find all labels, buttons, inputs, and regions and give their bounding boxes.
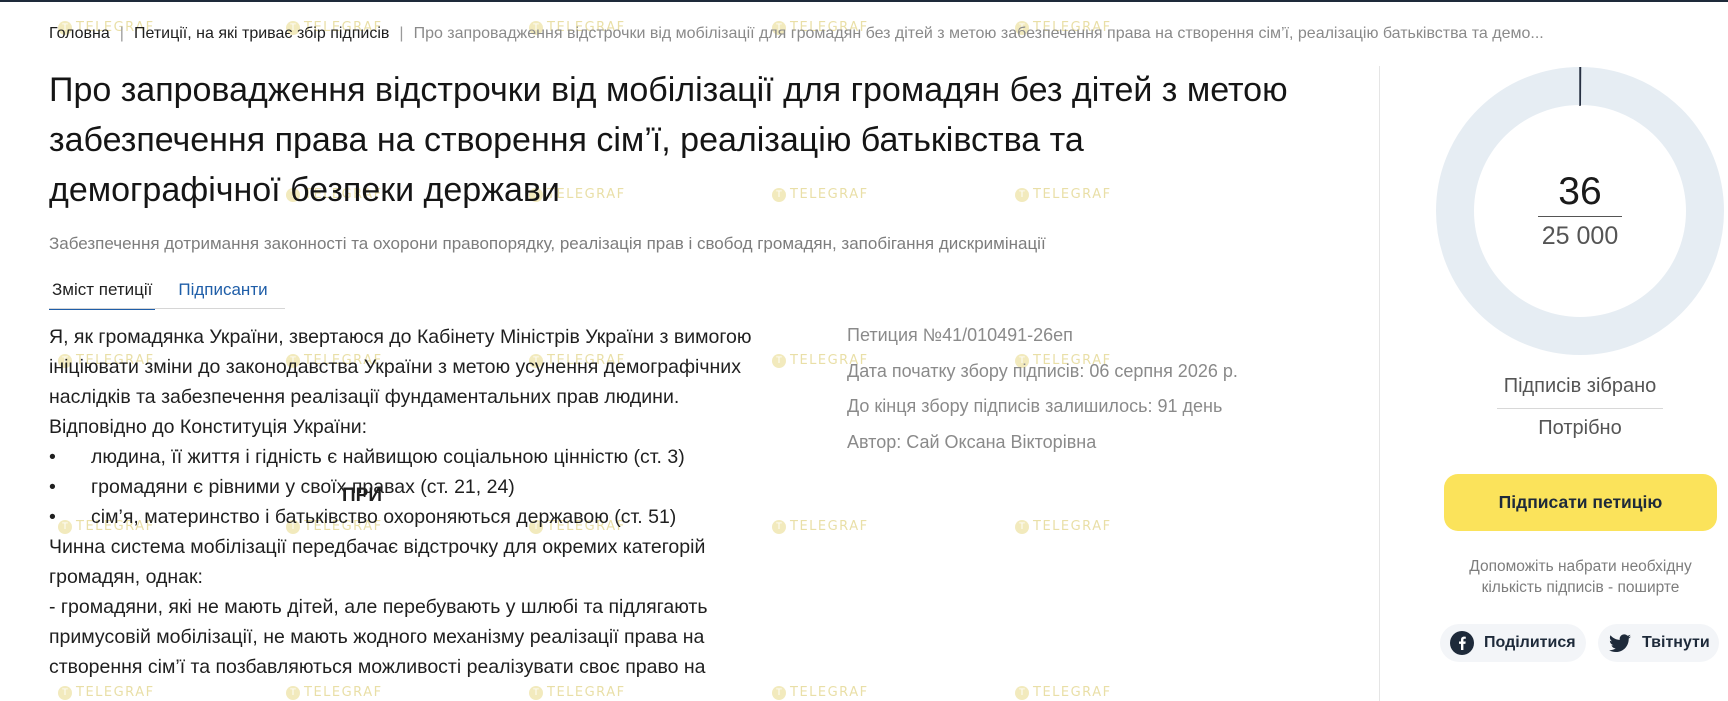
twitter-icon <box>1608 631 1632 655</box>
bullet-marker: • <box>49 446 56 468</box>
list-item: • сім’я, материнство і батьківство охоро… <box>49 502 789 532</box>
petition-remaining-time: До кінця збору підписів залишилось: 91 д… <box>847 396 1223 416</box>
signature-count: 36 <box>1558 170 1602 213</box>
watermark: TELEGRAF <box>58 685 155 700</box>
watermark: TELEGRAF <box>1015 685 1112 700</box>
petition-author: Автор: Сай Оксана Вікторівна <box>847 431 1097 452</box>
share-note: Допоможіть набрати необхідну кількість п… <box>1469 558 1692 596</box>
tabs-underline <box>49 308 285 309</box>
petition-category: Забезпечення дотримання законності та ох… <box>49 234 1046 253</box>
facebook-share-label: Поділитися <box>1484 634 1576 651</box>
petition-body: Я, як громадянка України, звертаюся до К… <box>49 322 789 682</box>
bullet-marker: • <box>49 476 56 498</box>
body-paragraph: Чинна система мобілізації передбачає від… <box>49 536 706 588</box>
list-item-text: людина, її життя і гідність є найвищою с… <box>91 446 685 468</box>
watermark: TELEGRAF <box>529 685 626 700</box>
list-item-text: сім’я, материнство і батьківство охороня… <box>91 506 677 528</box>
petition-tabs: Зміст петиції Підписанти <box>49 278 291 310</box>
list-item: • людина, її життя і гідність є найвищою… <box>49 442 789 472</box>
breadcrumb: Головна | Петиції, на які триває збір пі… <box>49 25 1544 43</box>
facebook-share-button[interactable]: Поділитися <box>1440 624 1586 662</box>
collected-label: Підписів зібрано <box>1497 375 1663 409</box>
facebook-icon <box>1450 631 1474 655</box>
count-divider <box>1538 216 1622 217</box>
tab-content[interactable]: Зміст петиції <box>49 278 156 310</box>
list-item: • громадяни є рівними у своїх правах (ст… <box>49 472 789 502</box>
twitter-share-button[interactable]: Твітнути <box>1598 624 1719 662</box>
signature-progress: 36 25 000 <box>1435 66 1725 356</box>
watermark: TELEGRAF <box>1015 519 1112 534</box>
watermark: TELEGRAF <box>772 685 869 700</box>
twitter-share-label: Твітнути <box>1642 634 1710 651</box>
tab-signers[interactable]: Підписанти <box>175 278 270 310</box>
signature-target: 25 000 <box>1541 222 1619 250</box>
top-border <box>0 0 1728 2</box>
petition-start-date: Дата початку збору підписів: 06 серпня 2… <box>847 360 1238 381</box>
breadcrumb-separator: | <box>119 25 124 42</box>
sign-petition-button[interactable]: Підписати петицію <box>1444 474 1717 531</box>
breadcrumb-current: Про запровадження відстрочки від мобіліз… <box>413 25 1544 42</box>
body-paragraph: Відповідно до Конституція України: <box>49 416 368 438</box>
body-paragraph: Я, як громадянка України, звертаюся до К… <box>49 326 752 408</box>
petition-title: Про запровадження відстрочки від мобіліз… <box>49 71 1288 209</box>
body-paragraph: - громадяни, які не мають дітей, але пер… <box>49 596 708 678</box>
breadcrumb-section-link[interactable]: Петиції, на які триває збір підписів <box>134 25 389 43</box>
needed-label: Потрібно <box>1538 417 1622 439</box>
petition-number: Петиция №41/010491-26еп <box>847 325 1073 345</box>
bullet-marker: • <box>49 506 56 528</box>
watermark: TELEGRAF <box>286 685 383 700</box>
sidebar-divider <box>1379 66 1380 701</box>
breadcrumb-separator: | <box>399 25 404 42</box>
list-item-text: громадяни є рівними у своїх правах (ст. … <box>91 476 515 498</box>
breadcrumb-home-link[interactable]: Головна <box>49 25 110 43</box>
petition-meta: Петиция №41/010491-26еп Дата початку збо… <box>847 318 1238 460</box>
overlay-text: ПРИ <box>342 485 382 506</box>
